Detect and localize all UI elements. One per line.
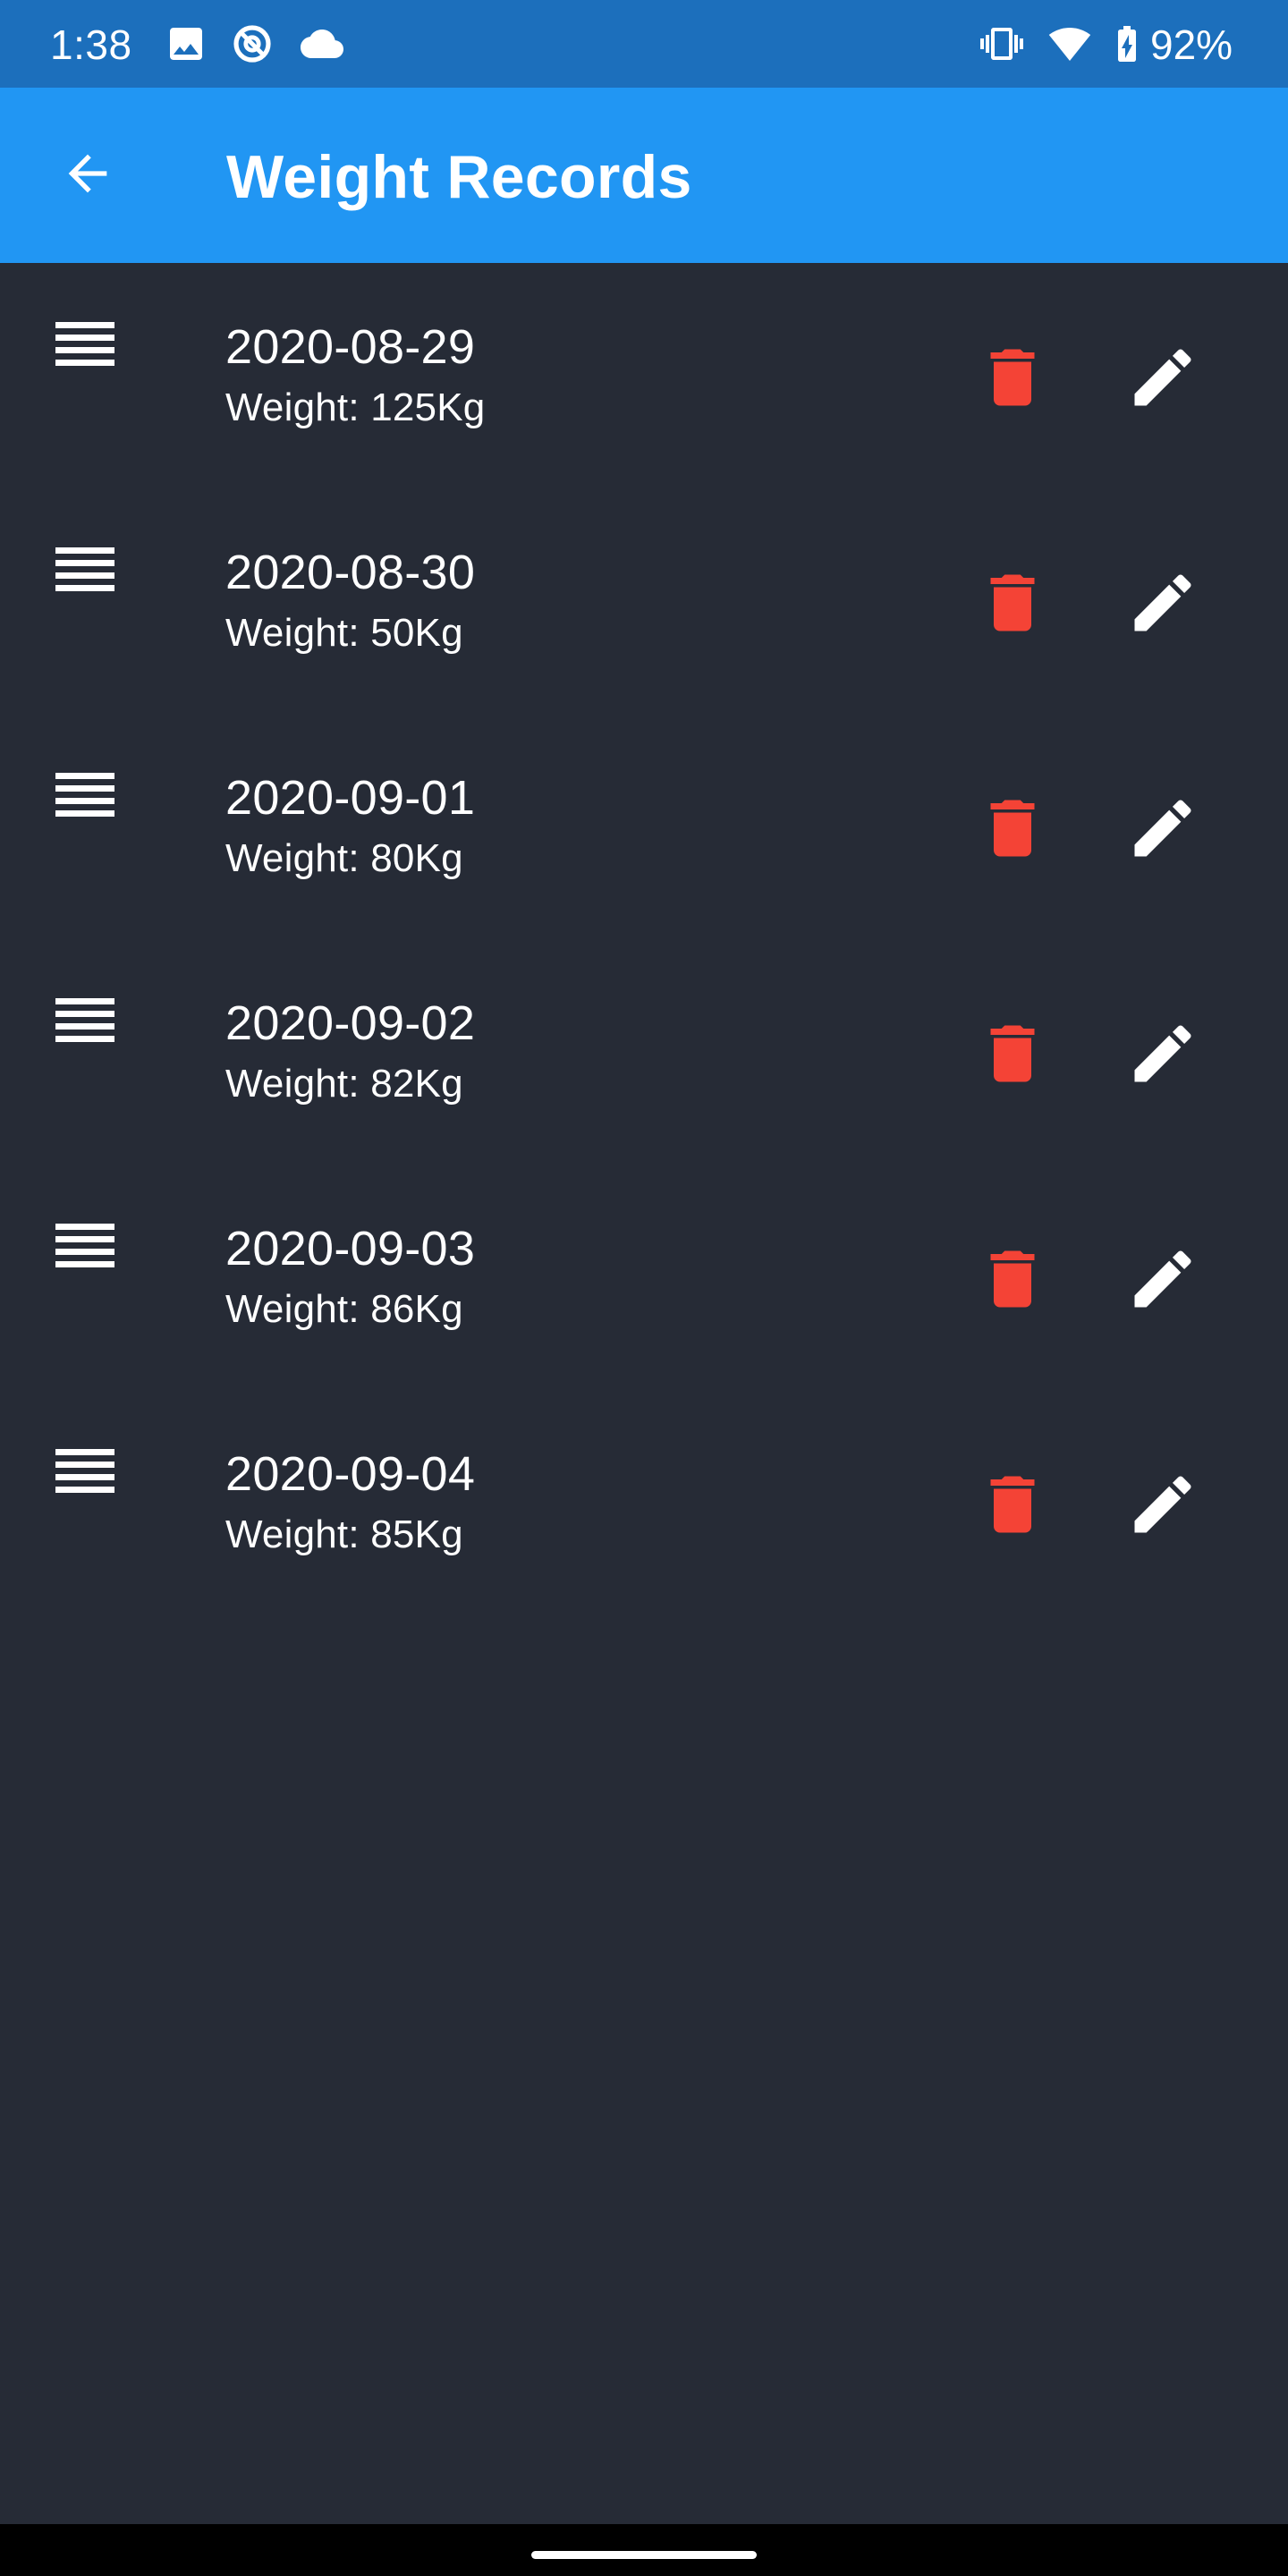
record-date: 2020-08-29 [225,320,476,374]
pencil-icon [1125,1467,1200,1546]
delete-button[interactable] [970,787,1055,873]
pencil-icon [1125,565,1200,645]
delete-button[interactable] [970,1463,1055,1549]
edit-button[interactable] [1120,1013,1206,1098]
record-date: 2020-09-04 [225,1447,476,1501]
delete-button[interactable] [970,336,1055,422]
arrow-back-icon [59,145,116,207]
record-weight: Weight: 82Kg [225,1062,463,1106]
edit-button[interactable] [1120,787,1206,873]
app-bar: Weight Records [0,88,1288,263]
record-weight: Weight: 85Kg [225,1513,463,1556]
trash-icon [975,1241,1050,1321]
edit-button[interactable] [1120,1463,1206,1549]
list-item[interactable]: 2020-09-01 Weight: 80Kg [0,714,1288,939]
edit-button[interactable] [1120,1238,1206,1324]
list-icon [55,318,118,376]
list-icon [55,1445,118,1503]
cloud-icon [301,22,343,65]
record-date: 2020-09-03 [225,1222,476,1275]
delete-button[interactable] [970,1013,1055,1098]
pencil-icon [1125,340,1200,419]
pencil-icon [1125,791,1200,870]
sync-icon [231,22,274,65]
trash-icon [975,340,1050,419]
status-bar: 1:38 92% [0,0,1288,88]
record-weight: Weight: 50Kg [225,611,463,655]
pencil-icon [1125,1016,1200,1096]
list-item[interactable]: 2020-09-04 Weight: 85Kg [0,1390,1288,1615]
record-weight: Weight: 80Kg [225,836,463,880]
vibrate-icon [980,22,1023,65]
record-list: 2020-08-29 Weight: 125Kg 2020-08-30 Weig… [0,263,1288,1615]
list-icon [55,544,118,601]
status-time: 1:38 [50,21,132,68]
page-title: Weight Records [226,143,692,211]
list-icon [55,1220,118,1277]
trash-icon [975,1467,1050,1546]
edit-button[interactable] [1120,336,1206,422]
record-date: 2020-09-02 [225,996,476,1050]
trash-icon [975,565,1050,645]
battery-charging-icon [1106,22,1148,65]
list-item[interactable]: 2020-08-30 Weight: 50Kg [0,488,1288,714]
battery-percent: 92% [1150,21,1233,68]
edit-button[interactable] [1120,562,1206,648]
record-weight: Weight: 86Kg [225,1287,463,1331]
navigation-bar [0,2524,1288,2576]
list-item[interactable]: 2020-09-03 Weight: 86Kg [0,1165,1288,1390]
record-weight: Weight: 125Kg [225,386,486,429]
record-date: 2020-08-30 [225,546,476,599]
back-button[interactable] [45,132,131,218]
record-date: 2020-09-01 [225,771,476,825]
delete-button[interactable] [970,562,1055,648]
delete-button[interactable] [970,1238,1055,1324]
list-icon [55,995,118,1052]
home-gesture-handle[interactable] [531,2551,757,2559]
pencil-icon [1125,1241,1200,1321]
list-item[interactable]: 2020-09-02 Weight: 82Kg [0,939,1288,1165]
image-icon [165,22,208,65]
trash-icon [975,1016,1050,1096]
trash-icon [975,791,1050,870]
wifi-icon [1048,22,1091,65]
list-item[interactable]: 2020-08-29 Weight: 125Kg [0,263,1288,488]
list-icon [55,769,118,826]
